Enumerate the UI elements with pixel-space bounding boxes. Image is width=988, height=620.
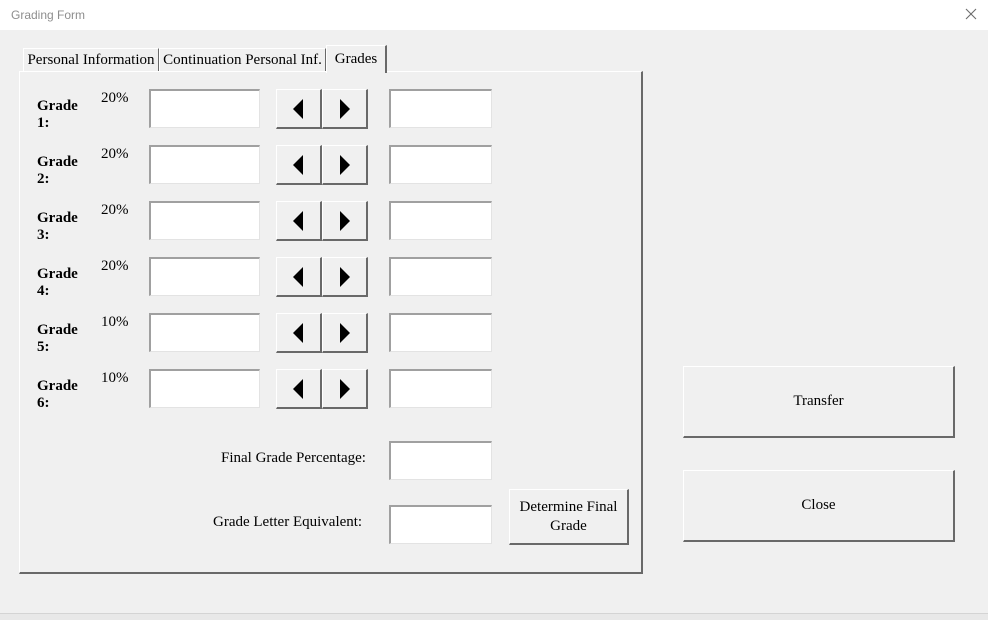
triangle-right-icon (339, 98, 350, 119)
grade-input-field[interactable] (149, 145, 260, 184)
grade-spin-button (276, 89, 369, 129)
grade-input-field[interactable] (149, 257, 260, 296)
determine-final-grade-button[interactable]: Determine Final Grade (509, 489, 629, 545)
title-bar: Grading Form (0, 0, 988, 30)
grade-letter-equivalent-field[interactable] (389, 505, 492, 544)
grade-input-field[interactable] (149, 89, 260, 128)
grade-result-field[interactable] (389, 257, 492, 296)
transfer-button[interactable]: Transfer (683, 366, 955, 438)
triangle-left-icon (292, 322, 303, 343)
grade-input-field[interactable] (149, 313, 260, 352)
grade-weight: 20% (101, 146, 129, 162)
grade-result-field[interactable] (389, 313, 492, 352)
grade-weight: 20% (101, 202, 129, 218)
grade-label: Grade 6: (37, 378, 78, 411)
grade-spin-button (276, 369, 369, 409)
triangle-left-icon (292, 154, 303, 175)
grade-result-field[interactable] (389, 89, 492, 128)
grade-weight: 10% (101, 314, 129, 330)
triangle-left-icon (292, 378, 303, 399)
grade-spin-button (276, 313, 369, 353)
tab-continuation-personal-inf[interactable]: Continuation Personal Inf. (159, 48, 326, 71)
grade-weight: 10% (101, 370, 129, 386)
triangle-left-icon (292, 98, 303, 119)
grade-label: Grade 5: (37, 322, 78, 355)
window-title: Grading Form (11, 8, 86, 22)
spin-right-button[interactable] (322, 201, 368, 241)
final-grade-percentage-field[interactable] (389, 441, 492, 480)
triangle-right-icon (339, 378, 350, 399)
spin-right-button[interactable] (322, 313, 368, 353)
grade-spin-button (276, 201, 369, 241)
spin-left-button[interactable] (276, 369, 322, 409)
triangle-right-icon (339, 322, 350, 343)
spin-right-button[interactable] (322, 369, 368, 409)
spin-left-button[interactable] (276, 89, 322, 129)
spin-right-button[interactable] (322, 145, 368, 185)
close-window-icon[interactable] (960, 5, 982, 25)
triangle-right-icon (339, 210, 350, 231)
grade-weight: 20% (101, 90, 129, 106)
triangle-right-icon (339, 154, 350, 175)
grade-weight: 20% (101, 258, 129, 274)
grade-result-field[interactable] (389, 145, 492, 184)
grade-label: Grade 3: (37, 210, 78, 243)
grade-input-field[interactable] (149, 369, 260, 408)
spin-left-button[interactable] (276, 257, 322, 297)
grade-input-field[interactable] (149, 201, 260, 240)
triangle-right-icon (339, 266, 350, 287)
final-grade-percentage-label: Final Grade Percentage: (221, 450, 366, 466)
tab-personal-information[interactable]: Personal Information (23, 48, 159, 71)
close-button[interactable]: Close (683, 470, 955, 542)
triangle-left-icon (292, 210, 303, 231)
grade-result-field[interactable] (389, 201, 492, 240)
grade-letter-equivalent-label: Grade Letter Equivalent: (213, 514, 363, 530)
triangle-left-icon (292, 266, 303, 287)
grade-result-field[interactable] (389, 369, 492, 408)
grade-label: Grade 1: (37, 98, 78, 131)
spin-left-button[interactable] (276, 313, 322, 353)
spin-right-button[interactable] (322, 257, 368, 297)
spin-right-button[interactable] (322, 89, 368, 129)
grade-spin-button (276, 145, 369, 185)
grade-label: Grade 2: (37, 154, 78, 187)
grade-label: Grade 4: (37, 266, 78, 299)
spin-left-button[interactable] (276, 201, 322, 241)
grade-spin-button (276, 257, 369, 297)
spin-left-button[interactable] (276, 145, 322, 185)
tab-grades[interactable]: Grades (326, 45, 387, 73)
grading-form-window: Grading Form Personal Information Contin… (0, 0, 988, 613)
